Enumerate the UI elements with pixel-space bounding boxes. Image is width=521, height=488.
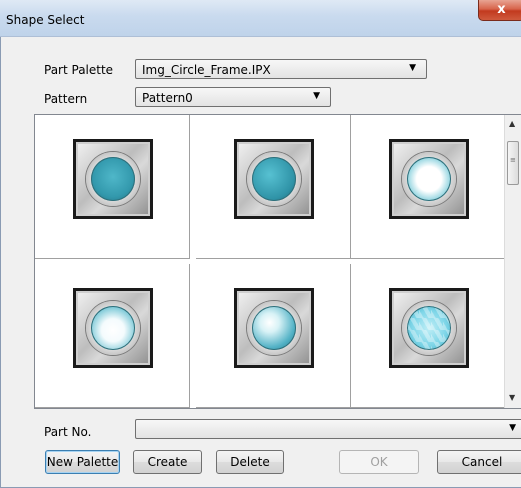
delete-button[interactable]: Delete	[216, 450, 284, 474]
shape-cell[interactable]	[351, 264, 506, 408]
shape-preview	[73, 139, 153, 219]
chevron-down-icon: ▼	[509, 423, 516, 433]
part-palette-label: Part Palette	[44, 63, 114, 77]
pattern-value: Pattern0	[142, 91, 193, 105]
close-icon: x	[497, 2, 506, 17]
chevron-down-icon: ▼	[409, 63, 416, 73]
create-button[interactable]: Create	[133, 450, 202, 474]
window-title: Shape Select	[6, 13, 85, 27]
scroll-down-icon[interactable]: ▼	[509, 393, 515, 402]
shape-cell[interactable]	[351, 115, 506, 259]
vertical-scrollbar[interactable]: ▲ ≡ ▼	[504, 115, 521, 408]
shape-preview	[234, 139, 314, 219]
shape-select-dialog: Shape Select x Part Palette Img_Circle_F…	[0, 0, 521, 488]
scroll-up-icon[interactable]: ▲	[509, 119, 515, 128]
scrollbar-thumb[interactable]: ≡	[507, 141, 519, 185]
shape-preview	[389, 288, 469, 368]
shape-grid: ▲ ≡ ▼	[34, 114, 521, 409]
shape-cell[interactable]	[35, 115, 190, 259]
part-no-dropdown[interactable]: ▼	[135, 419, 521, 439]
part-palette-value: Img_Circle_Frame.IPX	[142, 63, 271, 77]
cancel-button[interactable]: Cancel	[437, 450, 521, 474]
grip-icon: ≡	[510, 156, 516, 164]
chevron-down-icon: ▼	[313, 91, 320, 101]
shape-cell[interactable]	[196, 115, 351, 259]
shape-preview	[73, 288, 153, 368]
shape-preview	[389, 139, 469, 219]
shape-cell[interactable]	[196, 264, 351, 408]
new-palette-button[interactable]: New Palette	[45, 450, 120, 474]
part-no-label: Part No.	[44, 425, 92, 439]
ok-button[interactable]: OK	[339, 450, 419, 474]
part-palette-dropdown[interactable]: Img_Circle_Frame.IPX ▼	[135, 59, 427, 79]
shape-cell[interactable]	[35, 264, 190, 408]
close-button[interactable]: x	[478, 0, 521, 21]
shape-preview	[234, 288, 314, 368]
title-bar[interactable]: Shape Select x	[0, 0, 521, 37]
pattern-label: Pattern	[44, 92, 88, 106]
pattern-dropdown[interactable]: Pattern0 ▼	[135, 87, 331, 107]
